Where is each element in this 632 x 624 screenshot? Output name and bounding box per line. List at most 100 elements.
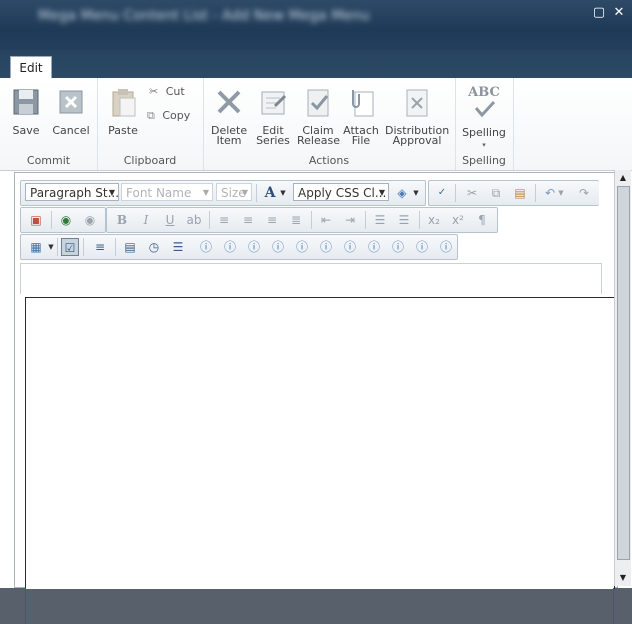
bulleted-list-icon[interactable]: ☰ bbox=[371, 211, 389, 229]
edit-series-button[interactable]: Edit Series bbox=[255, 86, 291, 146]
close-icon[interactable]: ✕ bbox=[612, 6, 626, 20]
toolbar-row-3: ▦ ▼ ☑ ≡ ▤ ◷ ☰ ⓘ ⓘ ⓘ ⓘ ⓘ ⓘ ⓘ ⓘ ⓘ ⓘ ⓘ bbox=[20, 234, 458, 260]
actions-group: Delete Item Edit Series Claim Release At… bbox=[203, 78, 456, 170]
horizontal-rule-icon[interactable]: ☰ bbox=[169, 238, 187, 256]
italic-button[interactable]: I bbox=[137, 211, 155, 229]
font-size-select[interactable]: Size ▼ bbox=[216, 183, 252, 201]
toolbar-separator bbox=[256, 184, 257, 202]
spelling-dropdown-icon: ▾ bbox=[482, 141, 486, 149]
insert-table-icon[interactable]: ▦ bbox=[27, 238, 45, 256]
chevron-down-icon: ▼ bbox=[378, 188, 385, 197]
apply-css-select[interactable]: Apply CSS Cl... ▼ bbox=[293, 183, 389, 201]
spelling-icon: ABC bbox=[468, 86, 500, 120]
cut-label: Cut bbox=[165, 85, 185, 98]
ltr-icon[interactable]: ¶ bbox=[473, 211, 491, 229]
commit-group: Save Cancel Commit bbox=[0, 78, 98, 170]
maximize-icon[interactable]: ▢ bbox=[592, 6, 606, 20]
table-dropdown-icon[interactable]: ▼ bbox=[47, 238, 55, 256]
decrease-indent-icon[interactable]: ⇤ bbox=[317, 211, 335, 229]
highlight-dropdown-icon[interactable]: ▼ bbox=[411, 184, 421, 202]
info-icon[interactable]: ⓘ bbox=[341, 238, 359, 256]
align-right-icon[interactable]: ≡ bbox=[263, 211, 281, 229]
info-icon[interactable]: ⓘ bbox=[437, 238, 455, 256]
insert-web-part-icon[interactable]: ▤ bbox=[121, 238, 139, 256]
insert-image-icon[interactable]: ▣ bbox=[27, 211, 45, 229]
edit-series-label-2: Series bbox=[256, 134, 290, 147]
paste-label: Paste bbox=[108, 124, 138, 137]
paste-button[interactable]: Paste bbox=[105, 86, 141, 136]
toolbar-row-1: Paragraph St... ▼ Font Name ▼ Size ▼ A ▼ Ap… bbox=[20, 180, 426, 206]
claim-release-label-2: Release bbox=[297, 134, 340, 147]
paragraph-icon[interactable]: ≡ bbox=[91, 238, 109, 256]
spelling-label: Spelling bbox=[462, 126, 506, 139]
font-name-select[interactable]: Font Name ▼ bbox=[121, 183, 213, 201]
bold-button[interactable]: B bbox=[113, 211, 131, 229]
editor-right-edge bbox=[613, 588, 614, 624]
scroll-up-icon[interactable]: ▲ bbox=[617, 172, 629, 184]
toolbar-row-2-format: B I U ab ≡ ≡ ≡ ≣ ⇤ ⇥ ☰ ☰ x₂ x² ¶ bbox=[106, 207, 498, 233]
info-icon[interactable]: ⓘ bbox=[365, 238, 383, 256]
superscript-icon[interactable]: x² bbox=[449, 211, 467, 229]
commit-group-label: Commit bbox=[26, 154, 71, 167]
increase-indent-icon[interactable]: ⇥ bbox=[341, 211, 359, 229]
spellcheck-icon[interactable]: ✓ bbox=[433, 184, 451, 202]
insert-link-icon[interactable]: ◉ bbox=[57, 211, 75, 229]
align-center-icon[interactable]: ≡ bbox=[239, 211, 257, 229]
info-icon[interactable]: ⓘ bbox=[389, 238, 407, 256]
show-grid-toggle[interactable]: ☑ bbox=[61, 238, 79, 256]
subscript-icon[interactable]: x₂ bbox=[425, 211, 443, 229]
cut-icon[interactable]: ✂ bbox=[463, 184, 481, 202]
numbered-list-icon[interactable]: ☰ bbox=[395, 211, 413, 229]
chevron-down-icon: ▼ bbox=[241, 188, 248, 197]
remove-link-icon[interactable]: ◉ bbox=[81, 211, 99, 229]
redo-icon[interactable]: ↷ bbox=[575, 184, 593, 202]
font-color-dropdown-icon[interactable]: ▼ bbox=[279, 184, 287, 202]
toolbar-separator bbox=[83, 238, 84, 256]
dialog-window: Mega Menu Content List - Add New Mega Me… bbox=[0, 0, 632, 589]
strikethrough-icon[interactable]: ab bbox=[185, 211, 203, 229]
toolbar-separator bbox=[311, 211, 312, 229]
claim-release-button[interactable]: Claim Release bbox=[297, 86, 340, 147]
copy-button[interactable]: ⧉ Copy bbox=[147, 108, 190, 124]
delete-item-button[interactable]: Delete Item bbox=[211, 86, 247, 146]
attach-file-button[interactable]: Attach File bbox=[343, 86, 379, 146]
vertical-scrollbar[interactable]: ▲ ▼ bbox=[614, 170, 631, 586]
rich-text-editor-area[interactable] bbox=[25, 297, 615, 589]
info-icon[interactable]: ⓘ bbox=[413, 238, 431, 256]
paperclip-icon bbox=[345, 86, 377, 118]
align-left-icon[interactable]: ≡ bbox=[215, 211, 233, 229]
delete-label-2: Item bbox=[216, 134, 242, 147]
info-icon[interactable]: ⓘ bbox=[293, 238, 311, 256]
save-button[interactable]: Save bbox=[8, 86, 44, 136]
highlight-color-icon[interactable]: ◈ bbox=[393, 184, 411, 202]
toolbar-row-2-left: ▣ ◉ ◉ bbox=[20, 207, 106, 233]
paragraph-style-select[interactable]: Paragraph St... ▼ bbox=[25, 183, 119, 201]
distribution-approval-button[interactable]: Distribution Approval bbox=[385, 86, 449, 146]
font-name-value: Font Name bbox=[126, 186, 192, 200]
toolbar-separator bbox=[535, 184, 536, 202]
info-icon[interactable]: ⓘ bbox=[197, 238, 215, 256]
tab-edit[interactable]: Edit bbox=[10, 56, 52, 79]
spelling-group-label: Spelling bbox=[462, 154, 506, 167]
underline-button[interactable]: U bbox=[161, 211, 179, 229]
info-icon[interactable]: ⓘ bbox=[245, 238, 263, 256]
info-icon[interactable]: ⓘ bbox=[317, 238, 335, 256]
scroll-down-icon[interactable]: ▼ bbox=[617, 572, 629, 584]
cut-button[interactable]: ✂ Cut bbox=[149, 84, 185, 100]
info-icon[interactable]: ⓘ bbox=[269, 238, 287, 256]
undo-dropdown-icon[interactable]: ▼ bbox=[557, 184, 565, 202]
align-justify-icon[interactable]: ≣ bbox=[287, 211, 305, 229]
spelling-button[interactable]: ABC Spelling ▾ bbox=[461, 86, 507, 150]
cancel-button[interactable]: Cancel bbox=[52, 86, 90, 136]
attach-file-label-2: File bbox=[351, 134, 371, 147]
copy-icon[interactable]: ⧉ bbox=[487, 184, 505, 202]
paragraph-style-value: Paragraph St... bbox=[30, 186, 119, 200]
ribbon-tab-strip: Edit bbox=[0, 50, 632, 79]
font-color-button[interactable]: A bbox=[261, 184, 279, 202]
clock-icon[interactable]: ◷ bbox=[145, 238, 163, 256]
clipboard-group-label: Clipboard bbox=[123, 154, 177, 167]
scrollbar-thumb[interactable] bbox=[617, 186, 630, 560]
info-icon[interactable]: ⓘ bbox=[221, 238, 239, 256]
distribution-approval-icon bbox=[401, 86, 433, 118]
paste-icon[interactable]: ▤ bbox=[511, 184, 529, 202]
